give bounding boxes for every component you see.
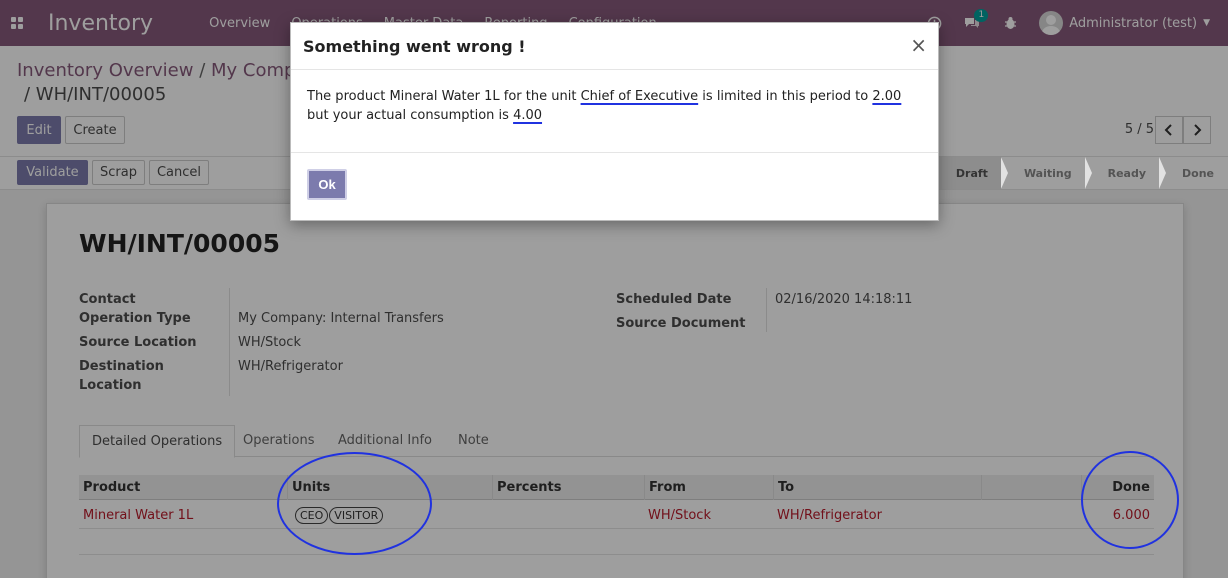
annotation-circle-units [277, 452, 432, 555]
message-unit: Chief of Executive [580, 89, 699, 104]
message-limit: 2.00 [872, 89, 902, 104]
ok-button[interactable]: Ok [307, 169, 347, 200]
close-icon[interactable]: × [910, 34, 927, 56]
message-part-3: but your actual consumption is [307, 108, 514, 123]
message-consumption: 4.00 [513, 108, 543, 123]
dialog-title: Something went wrong ! [303, 37, 526, 56]
message-part-2: is limited in this period to [698, 89, 873, 104]
dialog-message: The product Mineral Water 1L for the uni… [291, 70, 938, 153]
dialog-header: Something went wrong ! × [291, 23, 938, 70]
annotation-circle-done [1081, 451, 1179, 549]
error-dialog: Something went wrong ! × The product Min… [290, 22, 939, 221]
message-part-1: The product Mineral Water 1L for the uni… [307, 89, 581, 104]
